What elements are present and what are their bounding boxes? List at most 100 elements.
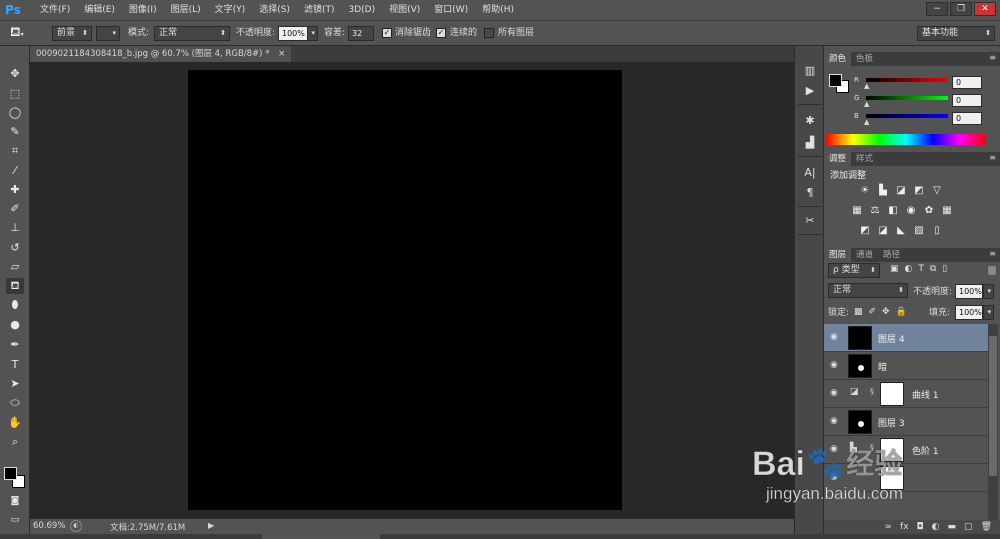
filter-toggle[interactable] — [988, 266, 996, 275]
slider-handle-icon[interactable]: ▲ — [864, 100, 869, 108]
selective-color-adjust-icon[interactable]: ▯ — [930, 225, 944, 237]
move-tool-icon[interactable]: ✥ — [6, 66, 24, 82]
character-panel-icon[interactable]: A| — [799, 164, 821, 182]
menu-filter[interactable]: 滤镜(T) — [297, 0, 342, 20]
status-share-icon[interactable]: ◐ — [70, 520, 82, 532]
dodge-tool-icon[interactable]: ● — [6, 317, 24, 333]
eraser-tool-icon[interactable]: ▱ — [6, 259, 24, 275]
crop-tool-icon[interactable]: ⌗ — [6, 143, 24, 159]
blue-slider[interactable] — [866, 114, 948, 118]
menu-window[interactable]: 窗口(W) — [427, 0, 475, 20]
layer-filter-select[interactable]: ρ 类型 ⬍ — [828, 263, 880, 278]
menu-view[interactable]: 视图(V) — [382, 0, 427, 20]
trash-icon[interactable]: 🗑 — [981, 520, 992, 534]
tab-swatches[interactable]: 色板 — [851, 52, 878, 66]
layer-row[interactable]: ◉ ◪ § 曲线 1 — [824, 380, 988, 408]
menu-edit[interactable]: 编辑(E) — [77, 0, 122, 20]
slider-handle-icon[interactable]: ▲ — [864, 82, 869, 90]
menu-layer[interactable]: 图层(L) — [164, 0, 208, 20]
tab-channels[interactable]: 通道 — [851, 248, 878, 262]
tab-color[interactable]: 颜色 — [824, 52, 852, 66]
channel-mixer-adjust-icon[interactable]: ✿ — [922, 205, 936, 217]
tab-paths[interactable]: 路径 — [878, 248, 905, 262]
color-lookup-adjust-icon[interactable]: ▦ — [940, 205, 954, 217]
hand-tool-icon[interactable]: ✋ — [6, 415, 24, 431]
invert-adjust-icon[interactable]: ◩ — [858, 225, 872, 237]
minimize-button[interactable]: − — [926, 2, 948, 16]
panel-menu-icon[interactable]: ≡ — [989, 153, 996, 162]
restore-button[interactable]: ❐ — [950, 2, 972, 16]
layer-row[interactable]: ◉ 图层 4 — [824, 324, 988, 352]
menu-type[interactable]: 文字(Y) — [208, 0, 253, 20]
color-spectrum-bar[interactable] — [826, 134, 986, 145]
red-slider[interactable] — [866, 78, 948, 82]
horizontal-scrollbar[interactable] — [0, 534, 1000, 539]
fill-input[interactable]: 100% — [955, 305, 983, 320]
color-balance-adjust-icon[interactable]: ⚖ — [868, 205, 882, 217]
path-select-tool-icon[interactable]: ➤ — [6, 376, 24, 392]
tolerance-input[interactable]: 32 — [348, 26, 374, 41]
brush-settings-icon[interactable]: ✱ — [799, 112, 821, 130]
lasso-tool-icon[interactable]: ◯ — [6, 105, 24, 121]
menu-help[interactable]: 帮助(H) — [475, 0, 521, 20]
vibrance-adjust-icon[interactable]: ▽ — [930, 185, 944, 197]
tab-adjustments[interactable]: 调整 — [824, 152, 852, 166]
red-value-input[interactable]: 0 — [952, 76, 982, 89]
photo-filter-adjust-icon[interactable]: ◉ — [904, 205, 918, 217]
brush-presets-icon[interactable]: ▟ — [799, 134, 821, 152]
layers-scrollbar[interactable] — [988, 324, 998, 524]
zoom-level[interactable]: 60.69% — [33, 521, 65, 531]
layer-blend-mode-select[interactable]: 正常 ⬍ — [828, 283, 908, 298]
menu-file[interactable]: 文件(F) — [33, 0, 77, 20]
opacity-dropdown[interactable]: ▾ — [307, 26, 318, 41]
clone-stamp-tool-icon[interactable]: ⊥ — [6, 220, 24, 236]
tab-close-icon[interactable]: × — [278, 49, 285, 59]
history-brush-tool-icon[interactable]: ↺ — [6, 240, 24, 256]
tool-presets-icon[interactable]: ✂ — [799, 212, 821, 230]
fill-dropdown[interactable]: ▾ — [983, 305, 994, 320]
threshold-adjust-icon[interactable]: ◣ — [894, 225, 908, 237]
zoom-tool-icon[interactable]: ⌕ — [6, 434, 24, 450]
actions-panel-icon[interactable]: ▶ — [799, 82, 821, 100]
black-white-adjust-icon[interactable]: ◧ — [886, 205, 900, 217]
antialias-checkbox[interactable]: ✓ — [382, 28, 392, 38]
menu-select[interactable]: 选择(S) — [252, 0, 297, 20]
hue-saturation-adjust-icon[interactable]: ▦ — [850, 205, 864, 217]
exposure-adjust-icon[interactable]: ◩ — [912, 185, 926, 197]
layer-row[interactable]: ◉ 暗 — [824, 352, 988, 380]
visibility-eye-icon[interactable]: ◉ — [830, 388, 838, 398]
tab-styles[interactable]: 样式 — [851, 152, 878, 166]
marquee-tool-icon[interactable]: ⬚ — [6, 86, 24, 102]
visibility-eye-icon[interactable]: ◉ — [830, 360, 838, 370]
scrollbar-thumb[interactable] — [262, 534, 380, 539]
mode-select[interactable]: 正常 ⬍ — [154, 26, 230, 41]
paint-bucket-tool-icon[interactable]: ⛾ — [6, 278, 24, 294]
tab-layers[interactable]: 图层 — [824, 248, 852, 262]
layer-row[interactable]: ◉ 图层 3 — [824, 408, 988, 436]
brush-tool-icon[interactable]: ✐ — [6, 201, 24, 217]
contiguous-checkbox[interactable]: ✓ — [436, 28, 446, 38]
close-button[interactable]: ✕ — [974, 2, 996, 16]
document-canvas[interactable] — [188, 70, 622, 510]
healing-brush-tool-icon[interactable]: ✚ — [6, 182, 24, 198]
green-value-input[interactable]: 0 — [952, 94, 982, 107]
quick-select-tool-icon[interactable]: ✎ — [6, 124, 24, 140]
layer-opacity-input[interactable]: 100% — [955, 284, 983, 299]
status-menu-arrow-icon[interactable]: ▶ — [208, 521, 214, 530]
blur-tool-icon[interactable]: ⬮ — [6, 297, 24, 313]
menu-3d[interactable]: 3D(D) — [341, 0, 382, 20]
posterize-adjust-icon[interactable]: ◪ — [876, 225, 890, 237]
workspace-select[interactable]: 基本功能 ⬍ — [917, 26, 995, 41]
color-swatches[interactable] — [3, 466, 27, 490]
fill-source-select[interactable]: 前景 ⬍ — [52, 26, 92, 41]
panel-menu-icon[interactable]: ≡ — [989, 53, 996, 62]
levels-adjust-icon[interactable]: ▙ — [876, 185, 890, 197]
visibility-eye-icon[interactable]: ◉ — [830, 416, 838, 426]
blue-value-input[interactable]: 0 — [952, 112, 982, 125]
menu-image[interactable]: 图像(I) — [122, 0, 164, 20]
green-slider[interactable] — [866, 96, 948, 100]
gradient-map-adjust-icon[interactable]: ▨ — [912, 225, 926, 237]
foreground-color-chip[interactable] — [829, 74, 842, 87]
foreground-color-swatch[interactable] — [4, 467, 17, 480]
lock-icons[interactable]: ▩✐✥🔒 — [854, 307, 913, 317]
